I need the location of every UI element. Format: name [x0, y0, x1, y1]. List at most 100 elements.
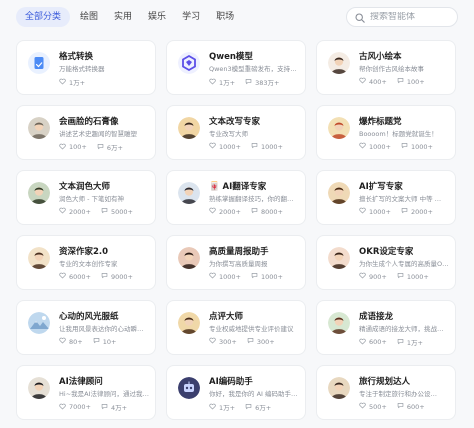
uses-count: 6万+: [255, 404, 272, 412]
agent-title: 成语接龙: [359, 312, 394, 322]
heart-icon: [59, 207, 66, 216]
likes-count: 600+: [369, 338, 387, 346]
likes-stat: 2000+: [59, 207, 91, 216]
agent-title: AI编码助手: [209, 377, 253, 387]
agent-avatar: [328, 182, 350, 204]
agent-stats: 300+ 300+: [209, 337, 275, 346]
chat-icon: [397, 402, 404, 411]
agent-card[interactable]: AI扩写专家 擅长扩写的文案大师 中等 … 1000+ 2000+: [316, 170, 456, 225]
chat-icon: [245, 78, 252, 87]
likes-stat: 1万+: [209, 77, 235, 87]
likes-count: 300+: [219, 337, 237, 346]
likes-count: 2000+: [219, 207, 241, 216]
tab-2[interactable]: 实用: [108, 7, 138, 27]
agent-card[interactable]: 心动的风光服纸 让我用风景表达你的心动瞬间… 80+ 10+: [16, 300, 156, 355]
tab-1[interactable]: 绘图: [74, 7, 104, 27]
uses-count: 1000+: [406, 272, 429, 281]
chat-icon: [247, 337, 254, 346]
agent-title: 心动的风光服纸: [59, 312, 119, 322]
likes-stat: 400+: [359, 77, 387, 86]
agent-card[interactable]: 文本润色大师 润色大师 - 下笔如有神 2000+ 5000+: [16, 170, 156, 225]
likes-stat: 900+: [359, 272, 387, 281]
search-input[interactable]: [370, 12, 456, 22]
agent-card[interactable]: AI编码助手 你好，我是你的 AI 编码助手… 1万+ 6万+: [166, 365, 306, 420]
category-tabs: 全部分类 绘图 实用 娱乐 学习 职场: [16, 7, 240, 27]
search-box[interactable]: [346, 7, 458, 27]
tab-4[interactable]: 学习: [176, 7, 206, 27]
chat-icon: [97, 143, 104, 152]
chat-icon: [397, 77, 404, 86]
agent-avatar: [328, 312, 350, 334]
uses-count: 1000+: [411, 142, 433, 151]
likes-stat: 1000+: [209, 272, 241, 281]
likes-stat: 300+: [209, 337, 237, 346]
agent-card[interactable]: OKR设定专家 为你生成个人专属的高质量OKR 900+ 1000+: [316, 235, 456, 290]
agent-stats: 400+ 100+: [359, 77, 425, 86]
agent-avatar: [178, 247, 200, 269]
agent-avatar: [28, 52, 50, 74]
agent-card[interactable]: 文本改写专家 专业改写大师 1000+ 1000+: [166, 105, 306, 160]
uses-stat: 1000+: [251, 142, 283, 151]
agent-card[interactable]: AI法律顾问 Hi~我是AI法律顾问，通过我… 7000+ 4万+: [16, 365, 156, 420]
agent-description: Boooom！标题党就诞生！: [359, 130, 438, 138]
uses-stat: 1万+: [397, 337, 423, 347]
tab-3[interactable]: 娱乐: [142, 7, 172, 27]
likes-stat: 1000+: [359, 207, 391, 216]
agent-description: 熟练掌握翻译技巧，你的翻译…: [209, 195, 299, 203]
uses-stat: 100+: [397, 77, 425, 86]
heart-icon: [209, 272, 216, 281]
agent-title: 格式转换: [59, 52, 94, 62]
likes-count: 1万+: [69, 79, 86, 87]
agent-stats: 100+ 6万+: [59, 142, 123, 152]
agent-avatar: [28, 117, 50, 139]
agent-card[interactable]: 格式转换 万能格式转换器 1万+: [16, 40, 156, 95]
agent-card[interactable]: 会画脸的石膏像 讲述艺术史趣闻的智慧雕塑 100+ 6万+: [16, 105, 156, 160]
heart-icon: [359, 142, 366, 151]
heart-icon: [59, 337, 66, 346]
uses-count: 1000+: [261, 142, 283, 151]
likes-count: 6000+: [69, 272, 91, 281]
likes-stat: 6000+: [59, 272, 91, 281]
agent-stats: 2000+ 8000+: [209, 207, 283, 216]
agent-description: 专业权威地提供专业评价建议: [209, 325, 294, 333]
agent-stats: 1000+ 2000+: [359, 207, 433, 216]
heart-icon: [59, 272, 66, 281]
agent-card[interactable]: 爆炸标题党 Boooom！标题党就诞生！ 1000+ 1000+: [316, 105, 456, 160]
likes-stat: 1万+: [59, 77, 85, 87]
uses-count: 1万+: [406, 339, 423, 347]
uses-stat: 600+: [397, 402, 425, 411]
uses-stat: 5000+: [101, 207, 133, 216]
uses-stat: 1000+: [401, 142, 433, 151]
agent-card[interactable]: 旅行规划达人 专注于制定旅行和办公设… 500+ 600+: [316, 365, 456, 420]
agent-grid: 格式转换 万能格式转换器 1万+ Qwen模型 Qwen3模型重磅发布，支持多… 1万+ 3…: [16, 40, 456, 420]
agent-description: 为你生成个人专属的高质量OKR: [359, 260, 449, 268]
agent-card[interactable]: 高质量周报助手 为你撰写高质量周报 1000+ 1000+: [166, 235, 306, 290]
uses-count: 5000+: [111, 207, 133, 216]
heart-icon: [359, 338, 366, 347]
agent-card[interactable]: 成语接龙 精通成语的接龙大师，挑战你… 600+ 1万+: [316, 300, 456, 355]
agent-title: 文本改写专家: [209, 117, 261, 127]
agent-card[interactable]: 点评大师 专业权威地提供专业评价建议 300+ 300+: [166, 300, 306, 355]
agent-card[interactable]: 资深作家2.0 专业的文本创作专家 6000+ 9000+: [16, 235, 156, 290]
agent-stats: 80+ 10+: [59, 337, 116, 346]
agent-stats: 1000+ 1000+: [209, 272, 283, 281]
agent-card[interactable]: 🀄 AI翻译专家熟练掌握翻译技巧，你的翻译… 2000+ 8000+: [166, 170, 306, 225]
chat-icon: [251, 272, 258, 281]
likes-count: 100+: [69, 143, 87, 151]
uses-count: 600+: [406, 402, 425, 411]
agent-title: 高质量周报助手: [209, 247, 269, 257]
agent-avatar: [28, 312, 50, 334]
tab-5[interactable]: 职场: [210, 7, 240, 27]
agent-stats: 1万+ 383万+: [209, 77, 279, 87]
agent-card[interactable]: Qwen模型 Qwen3模型重磅发布，支持多… 1万+ 383万+: [166, 40, 306, 95]
agent-title: 🀄 AI翻译专家: [209, 182, 267, 192]
uses-count: 300+: [256, 337, 275, 346]
likes-count: 7000+: [69, 403, 91, 411]
tab-0[interactable]: 全部分类: [16, 7, 71, 27]
agent-description: 润色大师 - 下笔如有神: [59, 195, 124, 203]
agent-title: 会画脸的石膏像: [59, 117, 119, 127]
likes-count: 400+: [369, 77, 387, 86]
uses-count: 2000+: [411, 207, 433, 216]
likes-count: 900+: [369, 272, 387, 281]
agent-card[interactable]: 古风小绘本 帮你创作古风绘本故事 400+ 100+: [316, 40, 456, 95]
